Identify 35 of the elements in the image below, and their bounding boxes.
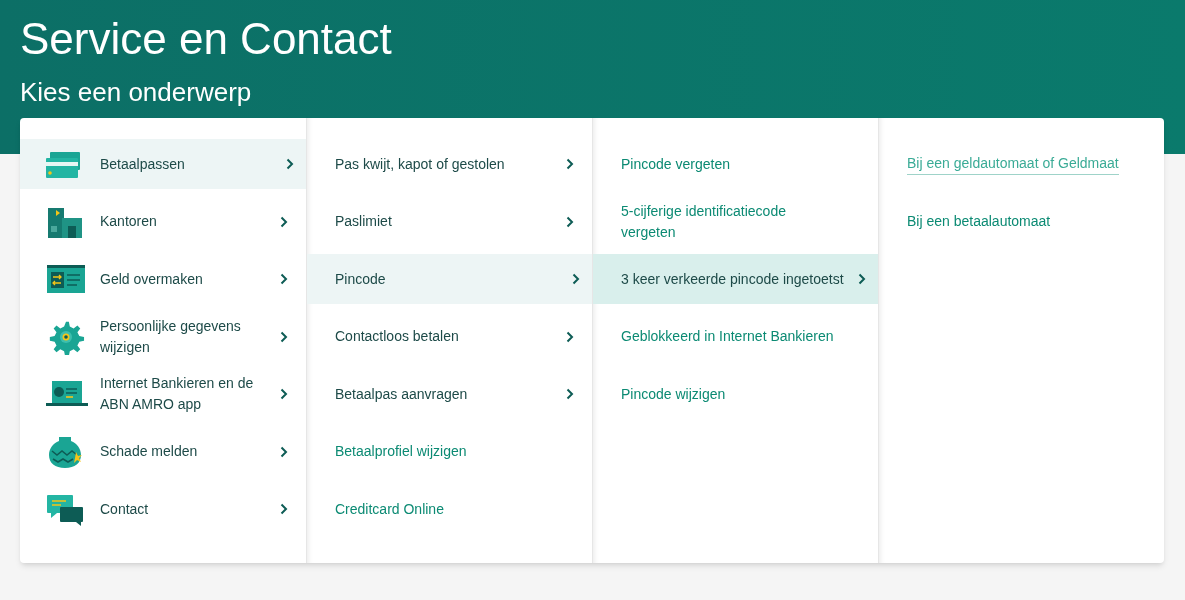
chevron-right-icon: [280, 215, 288, 228]
menu-item[interactable]: Pincode: [307, 254, 592, 304]
menu-item[interactable]: Schade melden: [20, 426, 306, 477]
menu-item[interactable]: Paslimiet: [307, 196, 592, 247]
page-subtitle: Kies een onderwerp: [20, 76, 252, 108]
menu-item[interactable]: Geblokkeerd in Internet Bankieren: [593, 311, 878, 362]
menu-item[interactable]: Pas kwijt, kapot of gestolen: [307, 139, 592, 189]
menu-item[interactable]: Kantoren: [20, 196, 306, 247]
menu-item[interactable]: Creditcard Online: [307, 484, 592, 534]
menu-item[interactable]: Betaalprofiel wijzigen: [307, 426, 592, 477]
chevron-right-icon: [286, 158, 294, 170]
chevron-right-icon: [280, 445, 288, 458]
menu-item[interactable]: Betaalpas aanvragen: [307, 369, 592, 419]
menu-item[interactable]: Pincode vergeten: [593, 139, 878, 189]
chevron-right-icon: [572, 273, 580, 285]
chevron-right-icon: [280, 330, 288, 343]
chevron-right-icon: [858, 273, 866, 285]
menu-item[interactable]: Betaalpassen: [20, 139, 306, 189]
chevron-right-icon: [566, 388, 574, 400]
menu-item[interactable]: 3 keer verkeerde pincode ingetoetst: [593, 254, 878, 304]
menu-item[interactable]: Pincode wijzigen: [593, 369, 878, 419]
menu-item[interactable]: Geld overmaken: [20, 254, 306, 304]
chevron-right-icon: [566, 215, 574, 228]
menu-item[interactable]: 5-cijferige identificatiecode vergeten: [593, 196, 878, 247]
chevron-right-icon: [280, 273, 288, 285]
chevron-right-icon: [566, 158, 574, 170]
menu-item[interactable]: Contactloos betalen: [307, 311, 592, 362]
page-title: Service en Contact: [20, 13, 392, 65]
menu-item[interactable]: Contact: [20, 484, 306, 534]
menu-item[interactable]: Bij een betaalautomaat: [879, 196, 1164, 247]
chevron-right-icon: [280, 503, 288, 515]
menu-item[interactable]: Internet Bankieren en de ABN AMRO app: [20, 369, 306, 419]
chevron-right-icon: [566, 330, 574, 343]
chevron-right-icon: [280, 388, 288, 400]
menu-item[interactable]: Persoonlijke gegevens wijzigen: [20, 311, 306, 362]
